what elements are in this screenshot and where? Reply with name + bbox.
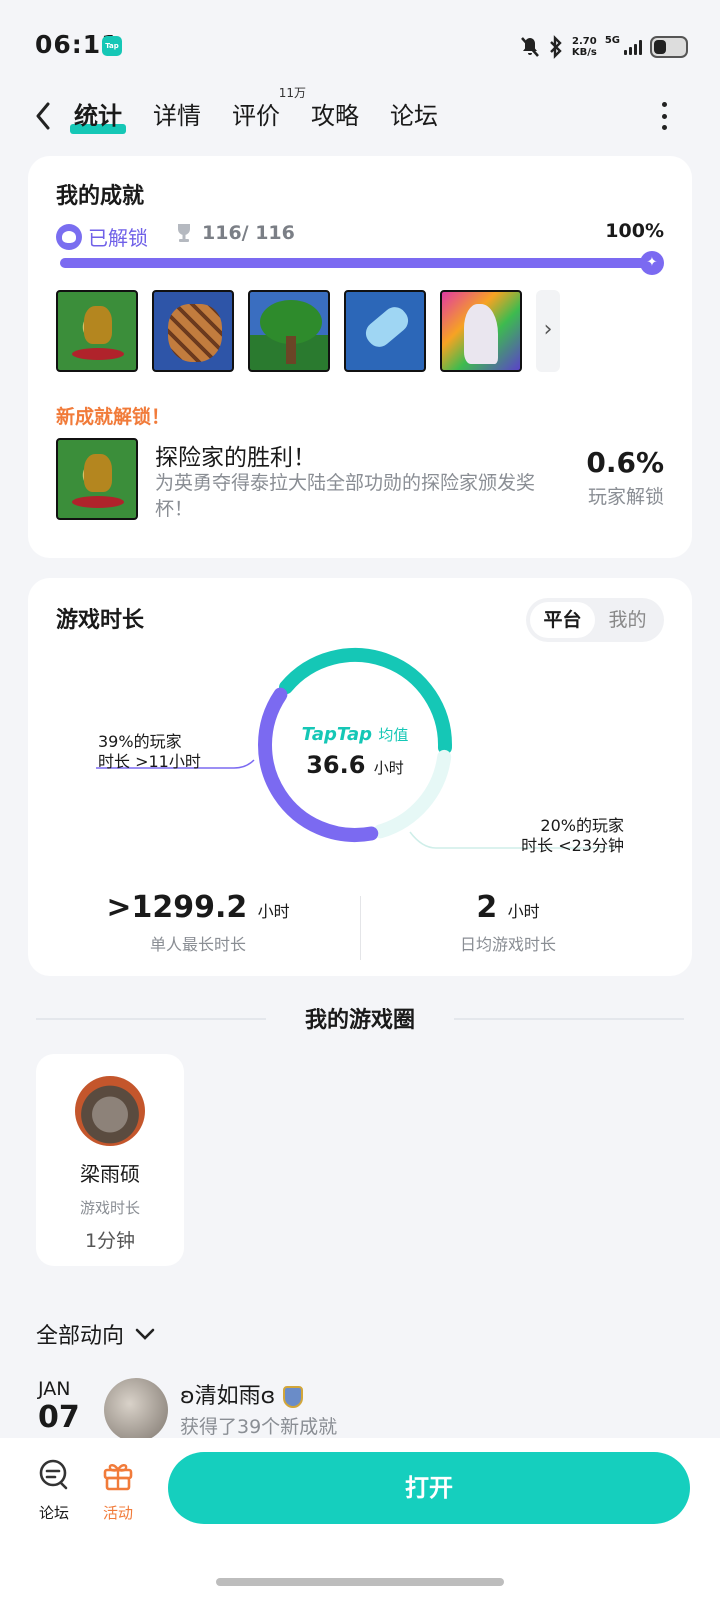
unlocked-icon	[56, 223, 82, 250]
feed-action: 获得了39个新成就	[180, 1416, 338, 1438]
network-type: 5G	[604, 35, 620, 46]
status-bar: 06:11 Tap 2.70 KB/s 5G	[0, 0, 720, 92]
achievement-bag-icon[interactable]	[152, 290, 234, 372]
review-count-badge: 11万	[278, 86, 306, 100]
forum-button[interactable]: 论坛	[24, 1458, 84, 1523]
forum-icon	[39, 1459, 68, 1490]
achievement-tree-icon[interactable]	[248, 290, 330, 372]
progress-star-icon: ✦	[640, 251, 664, 275]
long-players-label: 39%的玩家 时长 >11小时	[98, 732, 201, 771]
friend-playtime-label: 游戏时长	[79, 1199, 140, 1217]
short-players-label: 20%的玩家 时长 <23分钟	[521, 816, 624, 855]
dynamics-filter[interactable]: 全部动向	[36, 1318, 156, 1350]
friend-avatar	[75, 1076, 145, 1146]
battery-icon	[650, 36, 688, 58]
status-icons: 2.70 KB/s 5G	[520, 32, 688, 62]
signal-icon	[624, 39, 642, 55]
feed-month: JAN	[38, 1378, 71, 1400]
max-playtime-stat: >1299.2 小时 单人最长时长	[106, 890, 290, 954]
daily-playtime-stat: 2 小时 日均游戏时长	[459, 890, 556, 954]
progress-fill	[60, 258, 650, 268]
new-achievement-trophy-icon[interactable]	[56, 438, 138, 520]
more-options-icon[interactable]	[662, 102, 668, 130]
top-nav: 统计 详情 评价 11万 攻略 论坛	[0, 86, 720, 144]
taptap-notification-icon: Tap	[102, 36, 122, 56]
friend-playtime: 1分钟	[84, 1230, 136, 1252]
activity-button[interactable]: 活动	[88, 1458, 148, 1523]
achievement-trophy-icon[interactable]	[56, 290, 138, 372]
achievement-rarity-label: 玩家解锁	[587, 486, 664, 508]
circle-divider-right	[454, 1018, 684, 1020]
new-achievement-title: 探险家的胜利！	[155, 445, 316, 471]
feed-day: 07	[38, 1400, 80, 1435]
back-icon[interactable]	[30, 98, 56, 134]
tab-details[interactable]: 详情	[153, 96, 201, 136]
achievement-unicorn-icon[interactable]	[440, 290, 522, 372]
achievements-title: 我的成就	[56, 184, 145, 209]
new-unlock-label: 新成就解锁！	[56, 406, 171, 428]
home-indicator[interactable]	[216, 1578, 504, 1586]
tab-bar: 统计 详情 评价 11万 攻略 论坛	[70, 86, 469, 136]
net-speed: 2.70 KB/s	[571, 36, 597, 58]
achievement-count: 116/ 116	[174, 222, 295, 244]
user-badge-icon	[283, 1386, 304, 1408]
tab-guides[interactable]: 攻略	[311, 96, 359, 136]
tab-stats[interactable]: 统计	[70, 96, 126, 136]
mute-icon	[520, 37, 539, 57]
trophy-icon	[178, 224, 190, 242]
tab-forum[interactable]: 论坛	[390, 96, 438, 136]
donut-center: TapTap 均值 36.6 小时	[294, 724, 416, 779]
achievements-card[interactable]: 我的成就 已解锁 116/ 116 100% ✦ › 新成就解锁！ 探险家的胜利…	[28, 156, 692, 558]
average-playtime: 36.6 小时	[306, 751, 404, 779]
achievement-percent: 100%	[605, 220, 664, 242]
achievement-progress-bar: ✦	[60, 251, 664, 275]
tab-reviews[interactable]: 评价 11万	[232, 86, 306, 136]
feed-avatar[interactable]	[104, 1378, 168, 1442]
achievement-bottle-icon[interactable]	[344, 290, 426, 372]
achievement-icons: ›	[56, 290, 560, 372]
bottom-action-bar: 论坛 活动 打开	[0, 1438, 720, 1600]
achievement-rarity: 0.6%	[586, 446, 664, 479]
new-achievement-desc: 为英勇夺得泰拉大陆全部功勋的探险家颁发奖杯！	[155, 472, 536, 520]
feed-item[interactable]: JAN 07 ʚ清如雨ɞ 获得了39个新成就	[0, 1372, 720, 1442]
friend-name: 梁雨硕	[80, 1162, 140, 1186]
bluetooth-icon	[549, 35, 562, 59]
feed-username[interactable]: ʚ清如雨ɞ	[180, 1378, 304, 1410]
chevron-right-icon[interactable]: ›	[536, 290, 560, 372]
taptap-logo: TapTap 均值	[301, 724, 409, 745]
playtime-card: 游戏时长 平台 我的 TapTap 均值 36.6 小时 39%的玩家 时长 >…	[28, 578, 692, 976]
chevron-down-icon	[135, 1328, 155, 1340]
open-game-button[interactable]: 打开	[168, 1452, 690, 1524]
friend-card[interactable]: 梁雨硕 游戏时长 1分钟	[36, 1054, 184, 1266]
gift-icon	[103, 1464, 133, 1491]
unlocked-label: 已解锁	[56, 222, 148, 251]
